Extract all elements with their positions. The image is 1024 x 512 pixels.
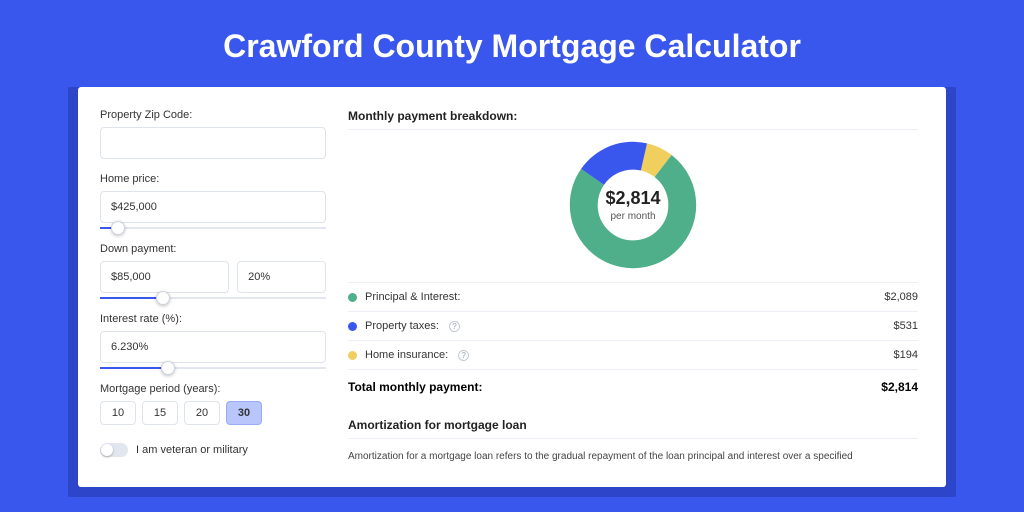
- breakdown-column: Monthly payment breakdown: $2,814 per mo…: [348, 87, 946, 487]
- calculator-panel: Property Zip Code: Home price: Down paym…: [78, 87, 946, 487]
- slider-knob-icon[interactable]: [161, 361, 175, 375]
- legend-label: Property taxes:: [365, 320, 439, 332]
- total-row: Total monthly payment: $2,814: [348, 369, 918, 404]
- zip-input[interactable]: [100, 127, 326, 159]
- help-icon[interactable]: ?: [449, 321, 460, 332]
- period-option-30[interactable]: 30: [226, 401, 262, 425]
- veteran-toggle[interactable]: [100, 443, 128, 457]
- rate-field: Interest rate (%):: [100, 313, 326, 369]
- donut-container: $2,814 per month: [348, 140, 918, 270]
- period-label: Mortgage period (years):: [100, 383, 326, 395]
- down-label: Down payment:: [100, 243, 326, 255]
- divider: [348, 438, 918, 439]
- period-option-10[interactable]: 10: [100, 401, 136, 425]
- amortization-title: Amortization for mortgage loan: [348, 418, 918, 432]
- donut-center-value: $2,814: [605, 188, 660, 209]
- rate-label: Interest rate (%):: [100, 313, 326, 325]
- price-field: Home price:: [100, 173, 326, 229]
- divider: [348, 129, 918, 130]
- legend-row: Property taxes:? $531: [348, 311, 918, 340]
- rate-input[interactable]: [100, 331, 326, 363]
- legend-dot-icon: [348, 322, 357, 331]
- down-percent-input[interactable]: [237, 261, 326, 293]
- legend-value: $194: [894, 349, 918, 361]
- period-option-15[interactable]: 15: [142, 401, 178, 425]
- help-icon[interactable]: ?: [458, 350, 469, 361]
- total-label: Total monthly payment:: [348, 380, 482, 394]
- slider-knob-icon[interactable]: [156, 291, 170, 305]
- breakdown-title: Monthly payment breakdown:: [348, 109, 918, 123]
- slider-knob-icon[interactable]: [111, 221, 125, 235]
- inputs-column: Property Zip Code: Home price: Down paym…: [78, 87, 348, 487]
- payment-donut-chart: $2,814 per month: [568, 140, 698, 270]
- veteran-row: I am veteran or military: [100, 443, 326, 457]
- total-value: $2,814: [881, 380, 918, 394]
- amortization-body: Amortization for a mortgage loan refers …: [348, 449, 918, 464]
- legend-value: $531: [894, 320, 918, 332]
- page-title: Crawford County Mortgage Calculator: [0, 0, 1024, 87]
- legend-dot-icon: [348, 293, 357, 302]
- price-slider[interactable]: [100, 227, 326, 229]
- panel-shadow: Property Zip Code: Home price: Down paym…: [68, 87, 956, 497]
- rate-slider[interactable]: [100, 367, 326, 369]
- legend-row: Principal & Interest: $2,089: [348, 282, 918, 311]
- down-slider[interactable]: [100, 297, 326, 299]
- legend-label: Principal & Interest:: [365, 291, 460, 303]
- legend-label: Home insurance:: [365, 349, 448, 361]
- zip-field: Property Zip Code:: [100, 109, 326, 159]
- legend-row: Home insurance:? $194: [348, 340, 918, 369]
- zip-label: Property Zip Code:: [100, 109, 326, 121]
- breakdown-legend: Principal & Interest: $2,089 Property taxe…: [348, 282, 918, 369]
- down-amount-input[interactable]: [100, 261, 229, 293]
- price-label: Home price:: [100, 173, 326, 185]
- veteran-label: I am veteran or military: [136, 444, 248, 456]
- period-options: 10152030: [100, 401, 326, 425]
- down-field: Down payment:: [100, 243, 326, 299]
- amortization-section: Amortization for mortgage loan Amortizat…: [348, 418, 918, 464]
- period-option-20[interactable]: 20: [184, 401, 220, 425]
- legend-value: $2,089: [884, 291, 918, 303]
- legend-dot-icon: [348, 351, 357, 360]
- price-input[interactable]: [100, 191, 326, 223]
- donut-center-sub: per month: [610, 211, 655, 222]
- period-field: Mortgage period (years): 10152030: [100, 383, 326, 425]
